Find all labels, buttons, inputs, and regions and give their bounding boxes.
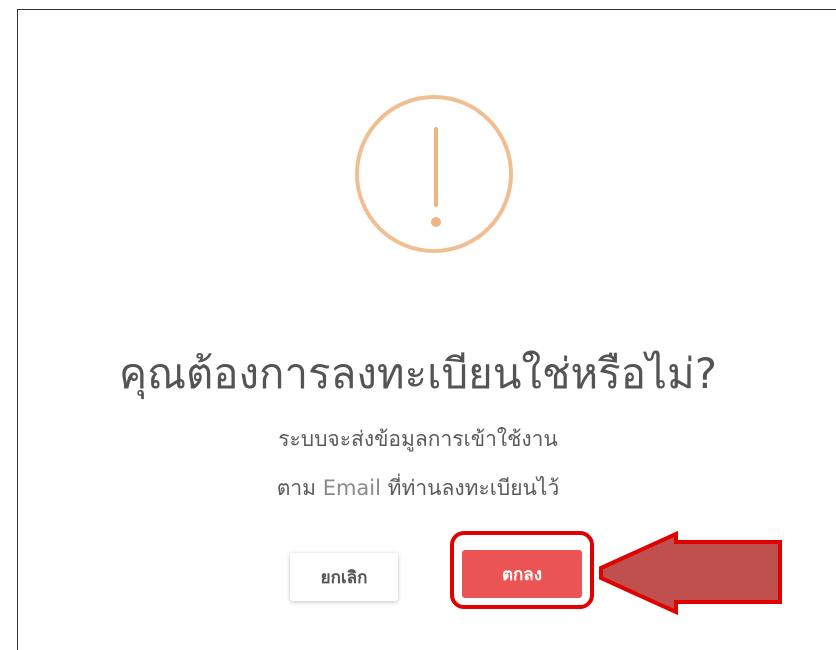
left-arrow-icon: [599, 530, 782, 616]
